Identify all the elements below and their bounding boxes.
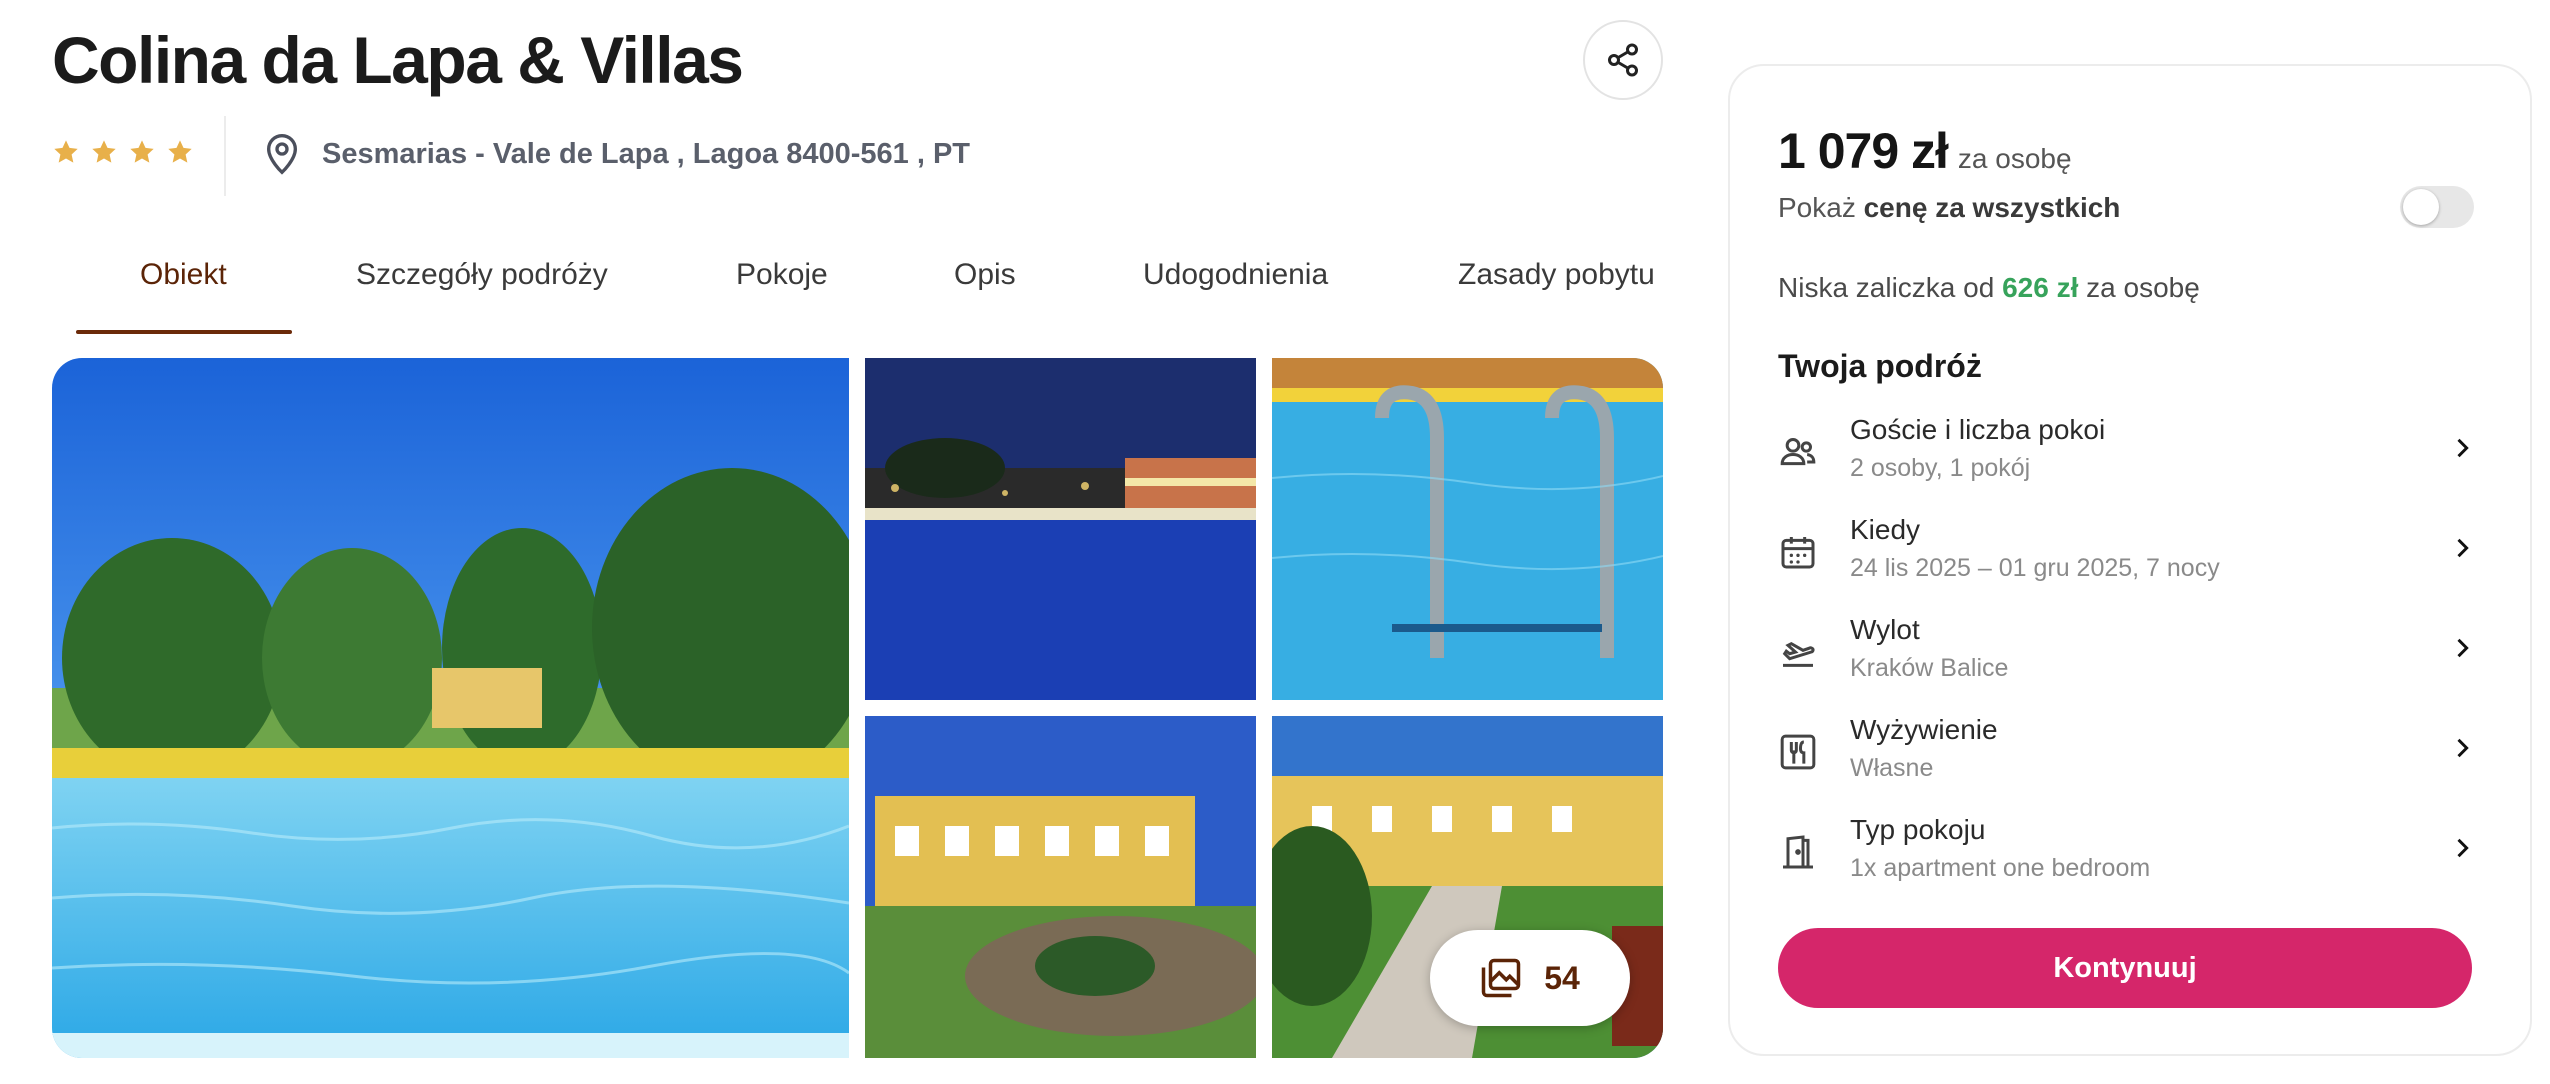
- trip-item-label: Wyżywienie: [1850, 714, 1998, 745]
- hotel-location: Sesmarias - Vale de Lapa , Lagoa 8400-56…: [262, 132, 970, 176]
- share-icon: [1608, 43, 1638, 77]
- tab-udogodnienia[interactable]: Udogodnienia: [1143, 258, 1328, 292]
- booking-card: 1 079 zł za osobę Pokaż cenę za wszystki…: [1728, 64, 2532, 1056]
- trip-item-value: 2 osoby, 1 pokój: [1850, 454, 2031, 482]
- trip-item-label: Goście i liczba pokoi: [1850, 414, 2106, 445]
- toggle-knob: [2403, 189, 2439, 225]
- photo-count: 54: [1544, 959, 1580, 996]
- star-icon: [54, 140, 78, 163]
- location-pin-icon: [266, 134, 298, 175]
- calendar-icon: [1781, 537, 1815, 569]
- active-tab-indicator: [76, 330, 292, 334]
- tab-zasady-pobytu[interactable]: Zasady pobytu: [1458, 258, 1655, 292]
- show-total-bold: cenę za wszystkich: [1863, 192, 2121, 223]
- cutlery-icon: [1780, 734, 1816, 770]
- tab-obiekt[interactable]: Obiekt: [140, 258, 227, 292]
- trip-item-value: Własne: [1850, 754, 1934, 782]
- deposit-amount: 626 zł: [2002, 272, 2079, 303]
- tab-szczegoly-podrozy[interactable]: Szczegóły podróży: [356, 258, 608, 292]
- trip-item-value: Kraków Balice: [1850, 654, 2009, 682]
- trip-item-value: 1x apartment one bedroom: [1850, 854, 2151, 882]
- show-total-prefix: Pokaż: [1778, 192, 1864, 223]
- price-row: 1 079 zł za osobę: [1778, 122, 2072, 180]
- continue-button[interactable]: Kontynuuj: [1778, 928, 2472, 1008]
- price-per-person: 1 079 zł: [1778, 123, 1949, 179]
- photo-pool-ladder[interactable]: [1272, 358, 1663, 700]
- photo-pool-night[interactable]: [865, 358, 1256, 700]
- photo-building-garden[interactable]: [865, 716, 1256, 1058]
- tab-opis[interactable]: Opis: [954, 258, 1016, 292]
- divider: [224, 116, 226, 196]
- deposit-suffix: za osobę: [2086, 272, 2200, 303]
- show-total-price-toggle[interactable]: [2400, 186, 2474, 228]
- tab-pokoje[interactable]: Pokoje: [736, 258, 828, 292]
- section-tabs: Obiekt Szczegóły podróży Pokoje Opis Udo…: [76, 258, 1666, 334]
- trip-item-label: Wylot: [1850, 614, 1920, 645]
- trip-item-departure[interactable]: Wylot Kraków Balice: [1778, 614, 2488, 698]
- trip-item-room-type[interactable]: Typ pokoju 1x apartment one bedroom: [1778, 814, 2488, 898]
- trip-section-title: Twoja podróż: [1778, 348, 1982, 384]
- chevron-right-icon: [2457, 738, 2469, 758]
- chevron-right-icon: [2457, 538, 2469, 558]
- deposit-info: Niska zaliczka od 626 zł za osobę: [1778, 272, 2200, 304]
- photo-gallery: [52, 358, 1663, 1058]
- hotel-title: Colina da Lapa & Villas: [52, 23, 744, 97]
- show-total-price-label: Pokaż cenę za wszystkich: [1778, 192, 2120, 224]
- price-suffix: za osobę: [1957, 143, 2072, 174]
- star-icon: [130, 140, 154, 163]
- door-icon: [1783, 835, 1813, 869]
- chevron-right-icon: [2457, 438, 2469, 458]
- plane-departure-icon: [1782, 641, 1815, 667]
- trip-item-board[interactable]: Wyżywienie Własne: [1778, 714, 2488, 798]
- photo-gallery-icon: [1481, 958, 1521, 998]
- chevron-right-icon: [2457, 638, 2469, 658]
- star-icon: [92, 140, 116, 163]
- trip-item-guests[interactable]: Goście i liczba pokoi 2 osoby, 1 pokój: [1778, 414, 2488, 498]
- photo-count-button[interactable]: 54: [1430, 930, 1630, 1026]
- chevron-right-icon: [2457, 838, 2469, 858]
- guests-icon: [1780, 438, 1816, 466]
- trip-item-value: 24 lis 2025 – 01 gru 2025, 7 nocy: [1850, 554, 2220, 582]
- deposit-prefix: Niska zaliczka od: [1778, 272, 1995, 303]
- hotel-address: Sesmarias - Vale de Lapa , Lagoa 8400-56…: [322, 137, 970, 170]
- trip-item-dates[interactable]: Kiedy 24 lis 2025 – 01 gru 2025, 7 nocy: [1778, 514, 2488, 598]
- trip-item-label: Kiedy: [1850, 514, 1921, 545]
- trip-item-label: Typ pokoju: [1850, 814, 1986, 845]
- main-photo-pool[interactable]: [52, 358, 849, 1058]
- star-icon: [168, 140, 192, 163]
- share-button[interactable]: [1583, 20, 1663, 100]
- star-rating: [52, 138, 194, 166]
